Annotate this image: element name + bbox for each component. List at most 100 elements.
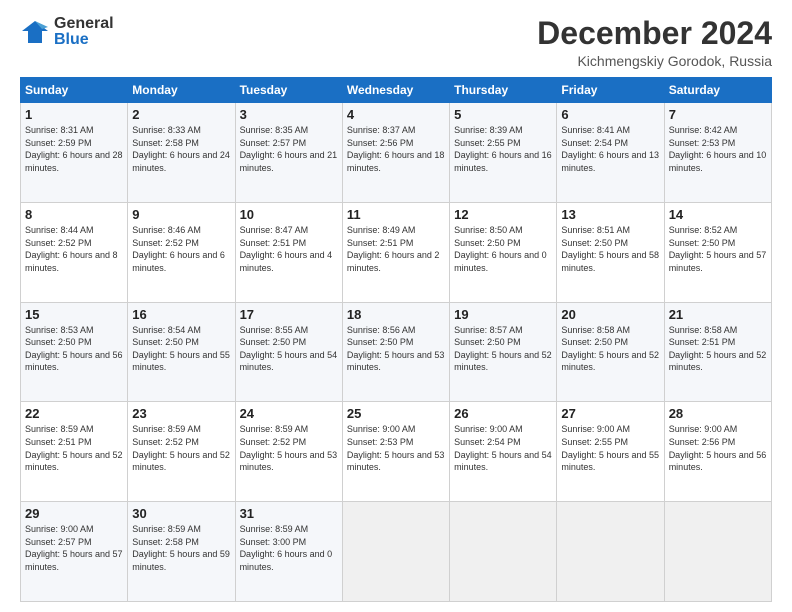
day-number: 16 xyxy=(132,307,230,322)
logo-blue-text: Blue xyxy=(54,32,114,48)
day-info: Sunrise: 8:56 AM Sunset: 2:50 PM Dayligh… xyxy=(347,324,445,374)
logo-name: General Blue xyxy=(54,16,114,48)
day-info: Sunrise: 8:37 AM Sunset: 2:56 PM Dayligh… xyxy=(347,124,445,174)
day-info: Sunrise: 8:55 AM Sunset: 2:50 PM Dayligh… xyxy=(240,324,338,374)
day-number: 13 xyxy=(561,207,659,222)
page: General Blue December 2024 Kichmengskiy … xyxy=(0,0,792,612)
calendar-cell: 5 Sunrise: 8:39 AM Sunset: 2:55 PM Daylig… xyxy=(450,103,557,203)
day-info: Sunrise: 8:33 AM Sunset: 2:58 PM Dayligh… xyxy=(132,124,230,174)
day-number: 11 xyxy=(347,207,445,222)
calendar-table: SundayMondayTuesdayWednesdayThursdayFrid… xyxy=(20,77,772,602)
calendar-cell: 1 Sunrise: 8:31 AM Sunset: 2:59 PM Daylig… xyxy=(21,103,128,203)
day-number: 6 xyxy=(561,107,659,122)
calendar-week-row: 1 Sunrise: 8:31 AM Sunset: 2:59 PM Daylig… xyxy=(21,103,772,203)
day-info: Sunrise: 8:54 AM Sunset: 2:50 PM Dayligh… xyxy=(132,324,230,374)
calendar-header: SundayMondayTuesdayWednesdayThursdayFrid… xyxy=(21,78,772,103)
calendar-cell: 20Sunrise: 8:58 AM Sunset: 2:50 PM Dayli… xyxy=(557,302,664,402)
day-number: 24 xyxy=(240,406,338,421)
calendar-week-row: 15 Sunrise: 8:53 AM Sunset: 2:50 PM Dayli… xyxy=(21,302,772,402)
calendar-cell: 22 Sunrise: 8:59 AM Sunset: 2:51 PM Dayli… xyxy=(21,402,128,502)
calendar-cell: 9Sunrise: 8:46 AM Sunset: 2:52 PM Daylig… xyxy=(128,202,235,302)
calendar-cell xyxy=(450,502,557,602)
calendar-cell: 24 Sunrise: 8:59 AM Sunset: 2:52 PM Dayli… xyxy=(235,402,342,502)
day-info: Sunrise: 9:00 AM Sunset: 2:56 PM Dayligh… xyxy=(669,423,767,473)
calendar-cell xyxy=(557,502,664,602)
calendar-cell: 6 Sunrise: 8:41 AM Sunset: 2:54 PM Daylig… xyxy=(557,103,664,203)
day-info: Sunrise: 8:59 AM Sunset: 2:52 PM Dayligh… xyxy=(132,423,230,473)
day-number: 22 xyxy=(25,406,123,421)
weekday-header-sunday: Sunday xyxy=(21,78,128,103)
weekday-header-friday: Friday xyxy=(557,78,664,103)
day-number: 23 xyxy=(132,406,230,421)
day-number: 5 xyxy=(454,107,552,122)
weekday-header-thursday: Thursday xyxy=(450,78,557,103)
day-info: Sunrise: 8:47 AM Sunset: 2:51 PM Dayligh… xyxy=(240,224,338,274)
calendar-cell: 19Sunrise: 8:57 AM Sunset: 2:50 PM Dayli… xyxy=(450,302,557,402)
day-number: 12 xyxy=(454,207,552,222)
day-info: Sunrise: 8:46 AM Sunset: 2:52 PM Dayligh… xyxy=(132,224,230,274)
day-info: Sunrise: 8:53 AM Sunset: 2:50 PM Dayligh… xyxy=(25,324,123,374)
day-number: 4 xyxy=(347,107,445,122)
calendar-week-row: 8 Sunrise: 8:44 AM Sunset: 2:52 PM Daylig… xyxy=(21,202,772,302)
calendar-cell: 21 Sunrise: 8:58 AM Sunset: 2:51 PM Dayli… xyxy=(664,302,771,402)
day-info: Sunrise: 8:59 AM Sunset: 2:51 PM Dayligh… xyxy=(25,423,123,473)
weekday-header-row: SundayMondayTuesdayWednesdayThursdayFrid… xyxy=(21,78,772,103)
weekday-header-saturday: Saturday xyxy=(664,78,771,103)
calendar-cell: 25 Sunrise: 9:00 AM Sunset: 2:53 PM Dayli… xyxy=(342,402,449,502)
calendar-cell: 13Sunrise: 8:51 AM Sunset: 2:50 PM Dayli… xyxy=(557,202,664,302)
day-number: 14 xyxy=(669,207,767,222)
calendar-cell: 17 Sunrise: 8:55 AM Sunset: 2:50 PM Dayli… xyxy=(235,302,342,402)
day-number: 10 xyxy=(240,207,338,222)
day-info: Sunrise: 8:41 AM Sunset: 2:54 PM Dayligh… xyxy=(561,124,659,174)
logo-bird-icon xyxy=(20,17,50,47)
day-info: Sunrise: 8:39 AM Sunset: 2:55 PM Dayligh… xyxy=(454,124,552,174)
day-number: 31 xyxy=(240,506,338,521)
calendar-cell: 11 Sunrise: 8:49 AM Sunset: 2:51 PM Dayli… xyxy=(342,202,449,302)
calendar-cell: 15 Sunrise: 8:53 AM Sunset: 2:50 PM Dayli… xyxy=(21,302,128,402)
calendar-cell: 10 Sunrise: 8:47 AM Sunset: 2:51 PM Dayli… xyxy=(235,202,342,302)
calendar-cell: 30Sunrise: 8:59 AM Sunset: 2:58 PM Dayli… xyxy=(128,502,235,602)
day-number: 17 xyxy=(240,307,338,322)
day-info: Sunrise: 9:00 AM Sunset: 2:53 PM Dayligh… xyxy=(347,423,445,473)
day-number: 29 xyxy=(25,506,123,521)
day-info: Sunrise: 8:59 AM Sunset: 2:52 PM Dayligh… xyxy=(240,423,338,473)
day-info: Sunrise: 8:49 AM Sunset: 2:51 PM Dayligh… xyxy=(347,224,445,274)
day-number: 7 xyxy=(669,107,767,122)
day-number: 18 xyxy=(347,307,445,322)
day-info: Sunrise: 8:31 AM Sunset: 2:59 PM Dayligh… xyxy=(25,124,123,174)
calendar-cell xyxy=(664,502,771,602)
day-info: Sunrise: 8:35 AM Sunset: 2:57 PM Dayligh… xyxy=(240,124,338,174)
weekday-header-monday: Monday xyxy=(128,78,235,103)
location-text: Kichmengskiy Gorodok, Russia xyxy=(537,53,772,69)
day-number: 21 xyxy=(669,307,767,322)
day-info: Sunrise: 8:44 AM Sunset: 2:52 PM Dayligh… xyxy=(25,224,123,274)
day-info: Sunrise: 9:00 AM Sunset: 2:54 PM Dayligh… xyxy=(454,423,552,473)
day-number: 1 xyxy=(25,107,123,122)
calendar-cell: 26Sunrise: 9:00 AM Sunset: 2:54 PM Dayli… xyxy=(450,402,557,502)
calendar-cell: 23 Sunrise: 8:59 AM Sunset: 2:52 PM Dayli… xyxy=(128,402,235,502)
calendar-cell xyxy=(342,502,449,602)
day-number: 8 xyxy=(25,207,123,222)
calendar-cell: 14 Sunrise: 8:52 AM Sunset: 2:50 PM Dayli… xyxy=(664,202,771,302)
day-info: Sunrise: 8:57 AM Sunset: 2:50 PM Dayligh… xyxy=(454,324,552,374)
calendar-week-row: 22 Sunrise: 8:59 AM Sunset: 2:51 PM Dayli… xyxy=(21,402,772,502)
calendar-cell: 18 Sunrise: 8:56 AM Sunset: 2:50 PM Dayli… xyxy=(342,302,449,402)
day-number: 27 xyxy=(561,406,659,421)
calendar-cell: 12 Sunrise: 8:50 AM Sunset: 2:50 PM Dayli… xyxy=(450,202,557,302)
calendar-cell: 3 Sunrise: 8:35 AM Sunset: 2:57 PM Daylig… xyxy=(235,103,342,203)
day-number: 2 xyxy=(132,107,230,122)
calendar-cell: 2 Sunrise: 8:33 AM Sunset: 2:58 PM Daylig… xyxy=(128,103,235,203)
calendar-cell: 7Sunrise: 8:42 AM Sunset: 2:53 PM Daylig… xyxy=(664,103,771,203)
header: General Blue December 2024 Kichmengskiy … xyxy=(20,16,772,69)
day-number: 15 xyxy=(25,307,123,322)
day-info: Sunrise: 8:50 AM Sunset: 2:50 PM Dayligh… xyxy=(454,224,552,274)
calendar-week-row: 29Sunrise: 9:00 AM Sunset: 2:57 PM Dayli… xyxy=(21,502,772,602)
day-number: 25 xyxy=(347,406,445,421)
day-number: 3 xyxy=(240,107,338,122)
month-title: December 2024 xyxy=(537,16,772,51)
calendar-cell: 31Sunrise: 8:59 AM Sunset: 3:00 PM Dayli… xyxy=(235,502,342,602)
day-info: Sunrise: 8:52 AM Sunset: 2:50 PM Dayligh… xyxy=(669,224,767,274)
day-info: Sunrise: 8:58 AM Sunset: 2:51 PM Dayligh… xyxy=(669,324,767,374)
day-number: 28 xyxy=(669,406,767,421)
logo: General Blue xyxy=(20,16,114,48)
